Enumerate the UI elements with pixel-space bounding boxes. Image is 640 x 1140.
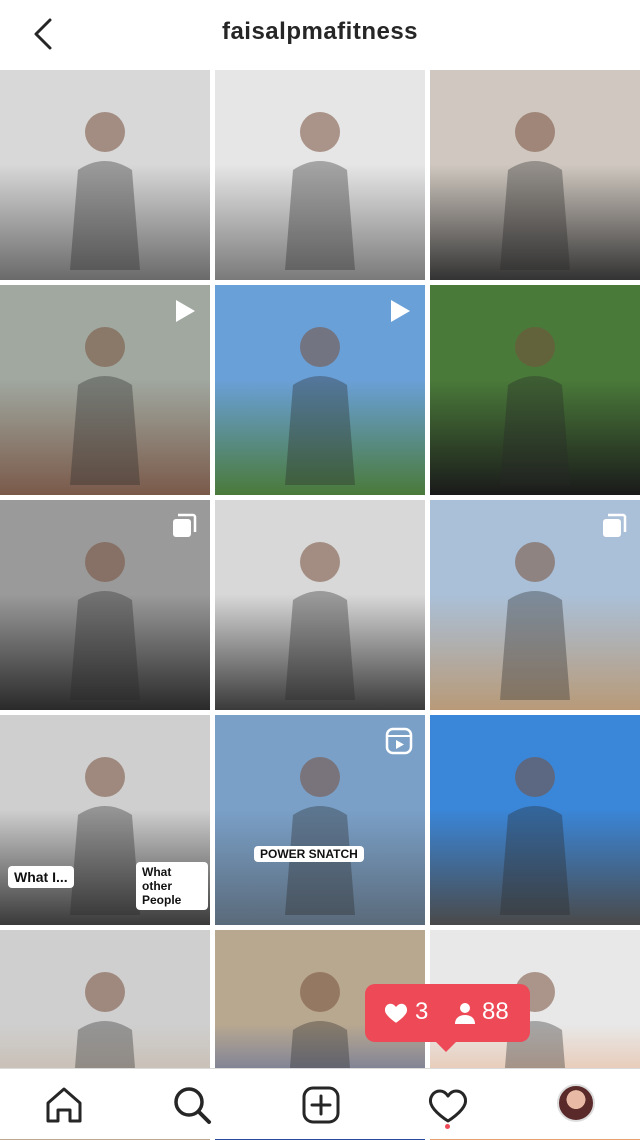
activity-indicator-dot: [445, 1124, 450, 1129]
profile-header: faisalpmafitness: [0, 0, 640, 68]
video-icon: [391, 300, 410, 322]
post-caption-what-other-people: What other People: [136, 862, 208, 910]
person-silhouette: [285, 112, 355, 270]
post-thumbnail[interactable]: [215, 715, 425, 925]
post-thumbnail[interactable]: [430, 500, 640, 710]
person-silhouette: [500, 112, 570, 270]
carousel-icon: [173, 513, 197, 537]
new-likes-count: 3: [415, 998, 429, 1025]
home-icon[interactable]: [42, 1083, 86, 1127]
person-silhouette: [500, 757, 570, 915]
new-followers-count: 88: [482, 998, 509, 1025]
post-thumbnail[interactable]: [430, 285, 640, 495]
reel-icon: [385, 727, 413, 755]
heart-icon[interactable]: [426, 1083, 470, 1127]
search-icon[interactable]: [170, 1083, 214, 1127]
video-icon: [176, 300, 195, 322]
post-thumbnail[interactable]: [430, 70, 640, 280]
bottom-tab-bar: [0, 1068, 640, 1139]
person-silhouette: [70, 112, 140, 270]
person-silhouette: [500, 327, 570, 485]
carousel-icon: [603, 513, 627, 537]
post-thumbnail[interactable]: [0, 285, 210, 495]
post-caption-power-snatch: POWER SNATCH: [254, 846, 364, 862]
person-icon: [455, 1003, 475, 1024]
add-post-icon[interactable]: [299, 1083, 343, 1127]
person-silhouette: [285, 542, 355, 700]
post-thumbnail[interactable]: [215, 500, 425, 710]
profile-username: faisalpmafitness: [221, 18, 419, 45]
heart-icon: [384, 1003, 408, 1023]
activity-notification-bubble[interactable]: 3 88: [365, 984, 530, 1052]
post-thumbnail[interactable]: [430, 715, 640, 925]
post-thumbnail[interactable]: [215, 285, 425, 495]
post-thumbnail[interactable]: [0, 500, 210, 710]
post-caption-what-i: What I...: [8, 866, 74, 888]
post-thumbnail[interactable]: [215, 70, 425, 280]
post-thumbnail[interactable]: [0, 70, 210, 280]
profile-avatar[interactable]: [557, 1084, 595, 1122]
